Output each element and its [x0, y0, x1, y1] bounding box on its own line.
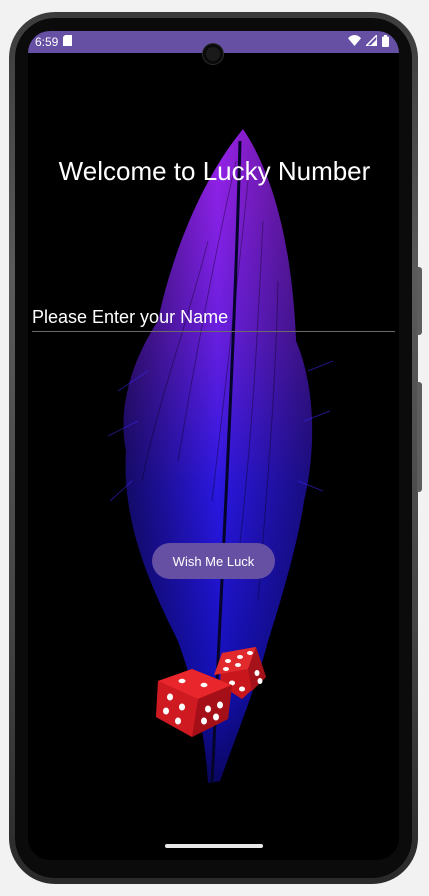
status-time: 6:59	[35, 35, 59, 49]
page-title: Welcome to Lucky Number	[58, 156, 371, 186]
dice-image	[156, 647, 266, 737]
power-button	[417, 267, 422, 335]
wish-me-luck-button[interactable]: Wish Me Luck	[152, 543, 275, 579]
front-camera	[203, 44, 223, 64]
wifi-icon	[348, 35, 361, 49]
battery-icon	[382, 34, 389, 50]
volume-button	[417, 382, 422, 492]
sd-card-icon	[63, 35, 73, 49]
name-input[interactable]	[32, 304, 395, 332]
app-screen: 6:59 Welcome to Lucky Number Please Ente…	[28, 31, 399, 860]
home-indicator[interactable]	[165, 844, 263, 848]
signal-icon	[364, 33, 378, 49]
